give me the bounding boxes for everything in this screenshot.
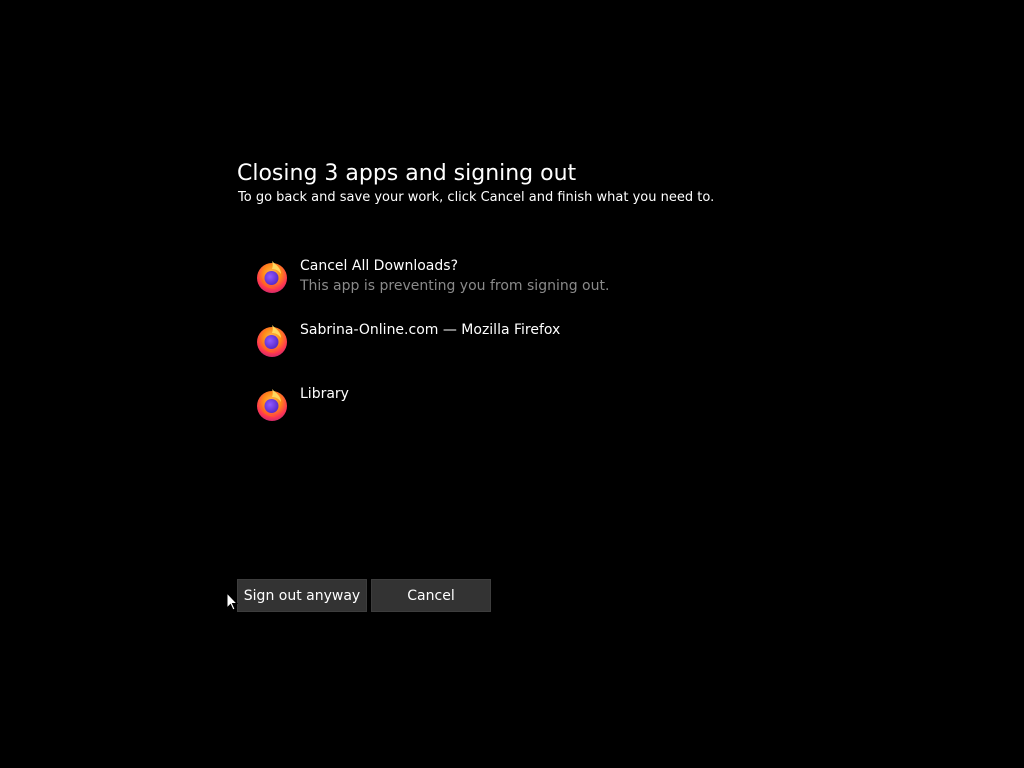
firefox-icon: [254, 386, 290, 422]
firefox-icon: [254, 258, 290, 294]
list-item: Library: [254, 384, 774, 448]
app-status: This app is preventing you from signing …: [300, 278, 610, 294]
sign-out-screen: Closing 3 apps and signing out To go bac…: [0, 0, 1024, 768]
mouse-pointer-icon: [226, 591, 239, 611]
sign-out-anyway-button[interactable]: Sign out anyway: [237, 579, 367, 612]
dialog-subtitle: To go back and save your work, click Can…: [238, 190, 715, 205]
app-name: Library: [300, 386, 349, 402]
app-name: Cancel All Downloads?: [300, 258, 458, 274]
cancel-button[interactable]: Cancel: [371, 579, 491, 612]
list-item: Sabrina-Online.com — Mozilla Firefox: [254, 320, 774, 384]
app-name: Sabrina-Online.com — Mozilla Firefox: [300, 322, 561, 338]
button-bar: Sign out anyway Cancel: [237, 579, 491, 612]
blocking-app-list: Cancel All Downloads? This app is preven…: [254, 256, 774, 448]
list-item: Cancel All Downloads? This app is preven…: [254, 256, 774, 320]
firefox-icon: [254, 322, 290, 358]
dialog-title: Closing 3 apps and signing out: [237, 161, 577, 186]
